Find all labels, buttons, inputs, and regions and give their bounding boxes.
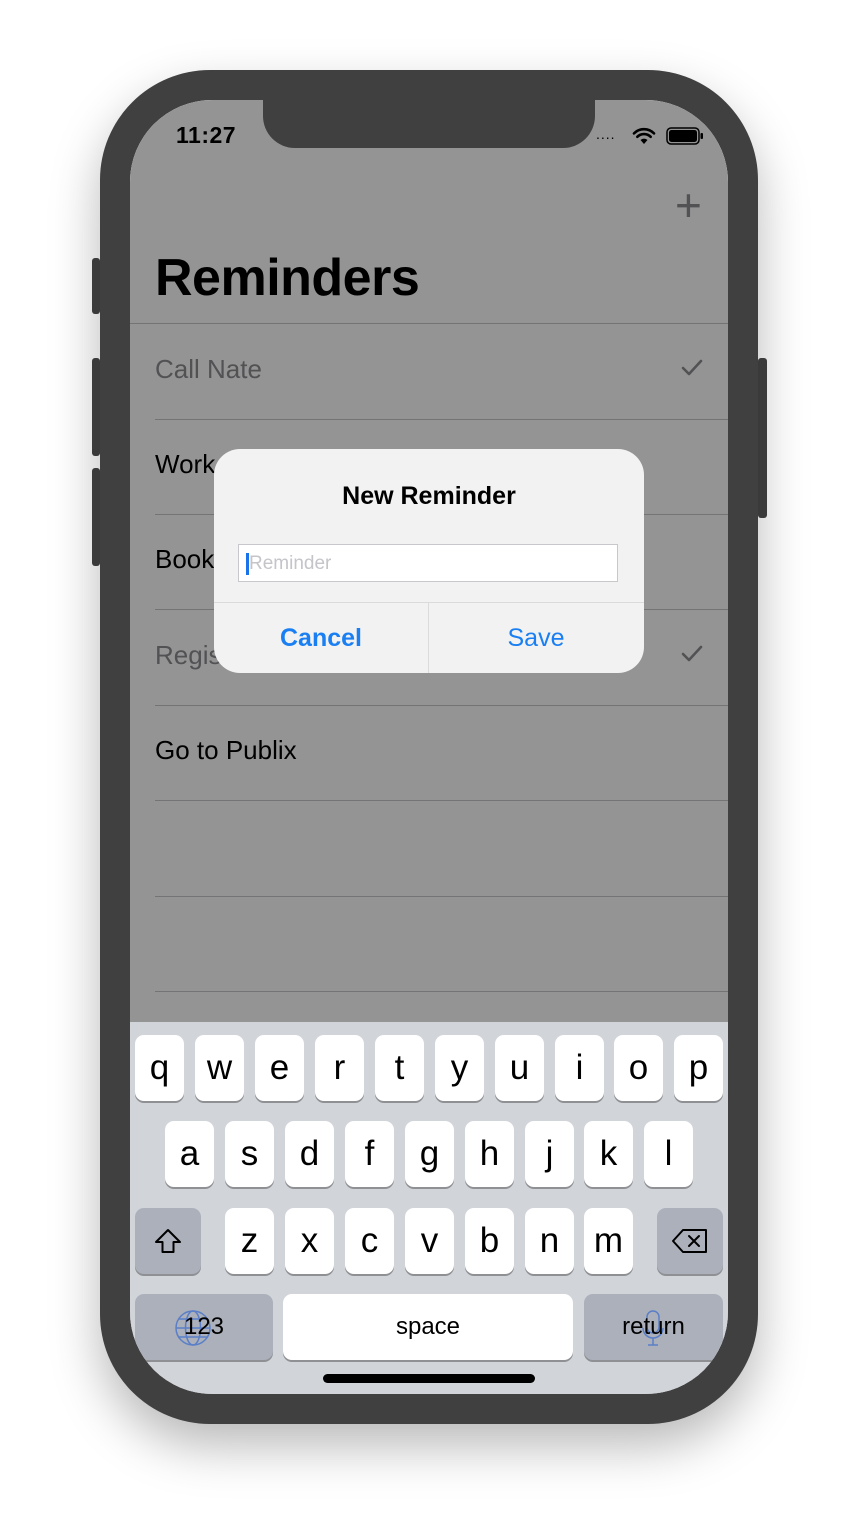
- shift-key[interactable]: [135, 1208, 201, 1274]
- volume-down-button: [92, 468, 100, 566]
- key-s[interactable]: s: [225, 1121, 274, 1187]
- key-g[interactable]: g: [405, 1121, 454, 1187]
- key-p[interactable]: p: [674, 1035, 723, 1101]
- key-d[interactable]: d: [285, 1121, 334, 1187]
- notch: [263, 100, 595, 148]
- key-e[interactable]: e: [255, 1035, 304, 1101]
- reminder-input[interactable]: Reminder: [238, 544, 618, 582]
- reminder-input-placeholder: Reminder: [249, 553, 332, 574]
- key-k[interactable]: k: [584, 1121, 633, 1187]
- power-button: [758, 358, 767, 518]
- key-o[interactable]: o: [614, 1035, 663, 1101]
- return-key-label: return: [622, 1313, 685, 1340]
- return-key[interactable]: return: [584, 1294, 723, 1360]
- delete-icon: [672, 1229, 707, 1253]
- key-r[interactable]: r: [315, 1035, 364, 1101]
- key-l[interactable]: l: [644, 1121, 693, 1187]
- key-v[interactable]: v: [405, 1208, 454, 1274]
- volume-up-button: [92, 358, 100, 456]
- shift-icon: [155, 1229, 181, 1253]
- key-q[interactable]: q: [135, 1035, 184, 1101]
- key-j[interactable]: j: [525, 1121, 574, 1187]
- numbers-key[interactable]: 123: [135, 1294, 273, 1360]
- new-reminder-dialog: New Reminder Reminder Cancel Save: [214, 449, 644, 673]
- dialog-title: New Reminder: [342, 482, 516, 510]
- home-indicator[interactable]: [323, 1374, 535, 1383]
- key-n[interactable]: n: [525, 1208, 574, 1274]
- key-m[interactable]: m: [584, 1208, 633, 1274]
- key-z[interactable]: z: [225, 1208, 274, 1274]
- key-a[interactable]: a: [165, 1121, 214, 1187]
- key-h[interactable]: h: [465, 1121, 514, 1187]
- key-i[interactable]: i: [555, 1035, 604, 1101]
- save-button[interactable]: Save: [429, 603, 643, 673]
- delete-key[interactable]: [657, 1208, 723, 1274]
- key-t[interactable]: t: [375, 1035, 424, 1101]
- key-w[interactable]: w: [195, 1035, 244, 1101]
- keyboard: q w e r t y u i o p a s d f g h j k l z …: [130, 1022, 728, 1394]
- cancel-button[interactable]: Cancel: [214, 603, 428, 673]
- key-f[interactable]: f: [345, 1121, 394, 1187]
- key-b[interactable]: b: [465, 1208, 514, 1274]
- space-key[interactable]: space: [283, 1294, 573, 1360]
- key-y[interactable]: y: [435, 1035, 484, 1101]
- key-u[interactable]: u: [495, 1035, 544, 1101]
- phone-screen: 11:27 .... + Reminders Call Nate Work Bo…: [130, 100, 728, 1394]
- key-x[interactable]: x: [285, 1208, 334, 1274]
- silent-switch: [92, 258, 100, 314]
- numbers-key-label: 123: [183, 1313, 225, 1340]
- key-c[interactable]: c: [345, 1208, 394, 1274]
